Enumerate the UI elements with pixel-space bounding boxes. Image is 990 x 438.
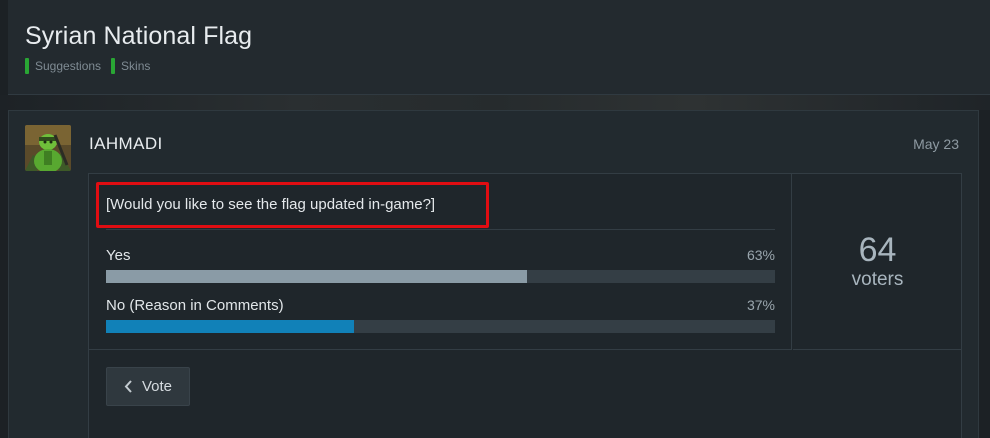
voter-count-panel: 64 voters: [793, 174, 962, 350]
poll-result-bar: [106, 270, 775, 283]
voter-count: 64: [858, 230, 897, 269]
tag-label: Suggestions: [35, 59, 102, 73]
avatar[interactable]: [25, 125, 71, 171]
poll-option-percent: 63%: [746, 247, 775, 263]
tag-skins[interactable]: Skins: [111, 58, 150, 74]
poll: [Would you like to see the flag updated …: [88, 173, 962, 438]
tag-list: Suggestions Skins: [25, 58, 150, 74]
poll-body: [Would you like to see the flag updated …: [89, 174, 792, 350]
poll-option-label: No (Reason in Comments): [106, 297, 284, 314]
divider: [106, 229, 775, 230]
chevron-left-icon: [124, 380, 133, 393]
header-banner-texture: [0, 95, 990, 110]
username[interactable]: IAHMADI: [89, 134, 163, 154]
poll-option-percent: 37%: [746, 297, 775, 313]
post-date[interactable]: May 23: [913, 136, 959, 152]
poll-option-yes: Yes 63%: [106, 247, 775, 283]
tag-suggestions[interactable]: Suggestions: [25, 58, 101, 74]
post-card: IAHMADI May 23 [Would you like to see th…: [8, 110, 979, 438]
tag-label: Skins: [121, 59, 151, 73]
poll-result-fill: [106, 270, 528, 283]
soldier-avatar-icon: [25, 125, 71, 171]
vote-button-label: Vote: [141, 378, 173, 395]
page-title: Syrian National Flag: [25, 22, 253, 50]
poll-result-bar: [106, 320, 775, 333]
tag-color-marker: [25, 58, 29, 74]
voter-label: voters: [851, 268, 904, 290]
tag-color-marker: [111, 58, 116, 74]
vote-button[interactable]: Vote: [106, 367, 190, 406]
poll-option-no: No (Reason in Comments) 37%: [106, 297, 775, 333]
poll-question: [Would you like to see the flag updated …: [106, 196, 436, 213]
poll-option-label: Yes: [106, 247, 131, 264]
topic-header: Syrian National Flag Suggestions Skins: [8, 0, 990, 95]
poll-result-fill: [106, 320, 354, 333]
